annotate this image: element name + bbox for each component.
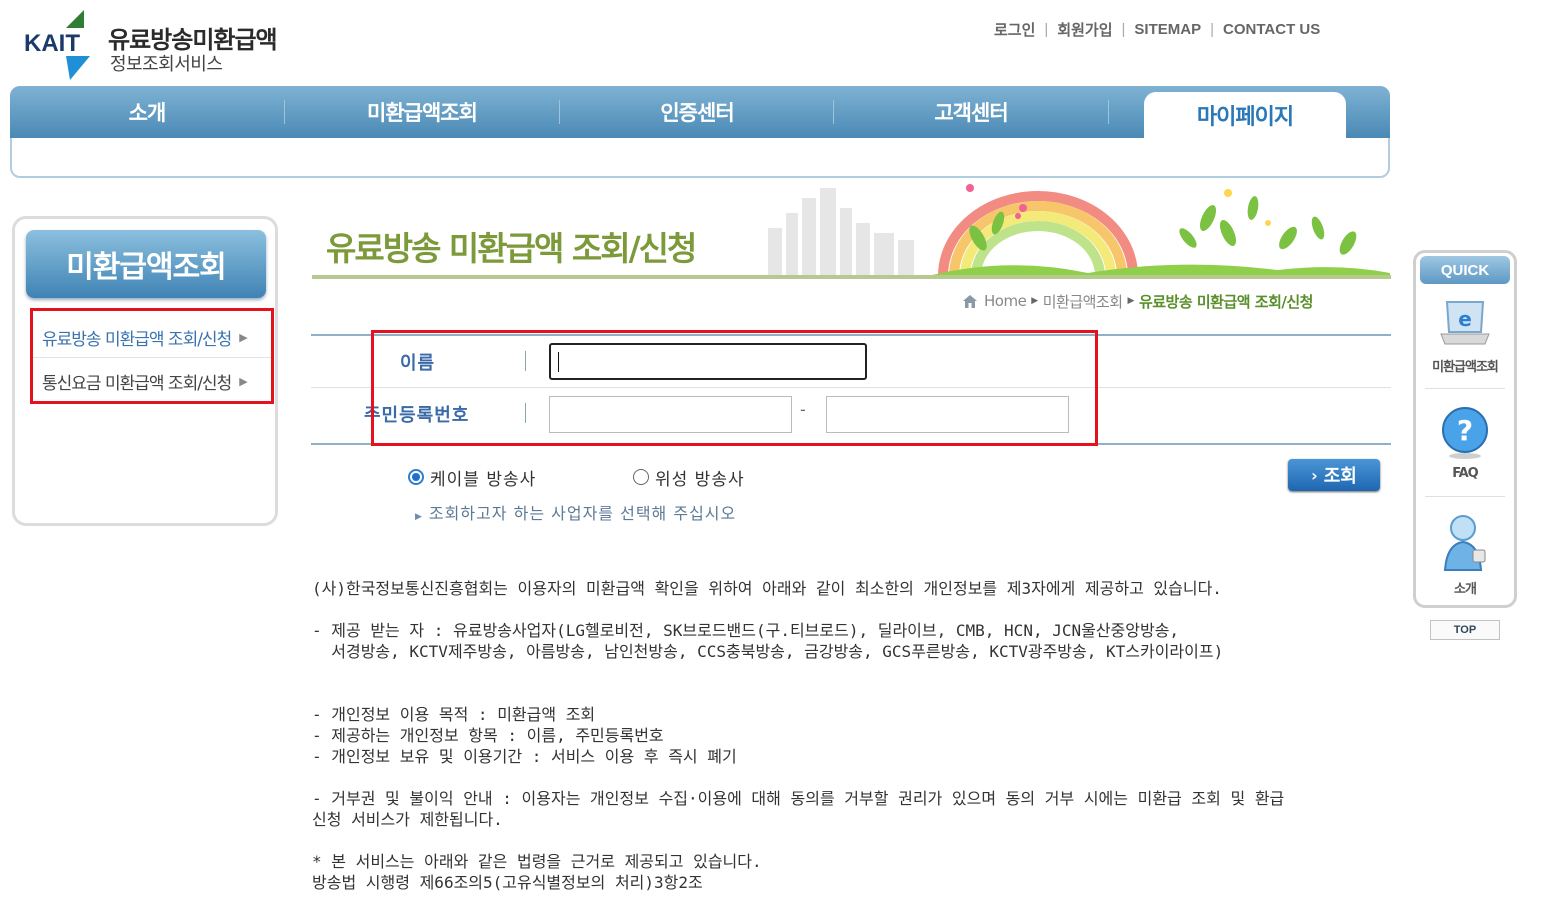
form-hint: ▶ 조회하고자 하는 사업자를 선택해 주십시오 [415, 500, 736, 524]
quick-item-lookup[interactable]: e 미환급액조회 [1420, 298, 1510, 375]
page-title: 유료방송 미환급액 조회/신청 [326, 229, 697, 268]
breadcrumb-level1[interactable]: 미환급액조회 [1043, 291, 1123, 312]
logo-subtitle: 정보조회서비스 [110, 54, 223, 75]
laptop-e-icon: e [1440, 301, 1490, 345]
utility-nav: 로그인 | 회원가입 | SITEMAP | CONTACT US [994, 18, 1320, 40]
contact-link[interactable]: CONTACT US [1223, 21, 1320, 38]
radio-cable[interactable]: 케이블 방송사 [408, 466, 537, 490]
notice-recipients-1: - 제공 받는 자 : 유료방송사업자(LG헬로비전, SK브로드밴드(구.티브… [312, 621, 1180, 640]
gnb-item-auth[interactable]: 인증센터 [560, 86, 834, 138]
gnb-item-support[interactable]: 고객센터 [834, 86, 1108, 138]
notice-law-1: * 본 서비스는 아래와 같은 법령을 근거로 제공되고 있습니다. [312, 852, 762, 871]
gnb-divider [1108, 100, 1109, 124]
sitemap-link[interactable]: SITEMAP [1134, 21, 1201, 38]
caret-right-icon: ▶ [1031, 296, 1038, 306]
title-banner-illustration [768, 184, 1390, 278]
main-nav: 소개 미환급액조회 인증센터 고객센터 마이페이지 [10, 86, 1390, 138]
caret-right-icon: ▶ [1127, 296, 1135, 306]
signup-link[interactable]: 회원가입 [1057, 19, 1112, 40]
notice-refusal-2: 신청 서비스가 제한됩니다. [312, 810, 503, 829]
scroll-top-button[interactable]: TOP [1430, 620, 1500, 640]
logo-mark-icon [66, 10, 84, 28]
home-icon [963, 294, 977, 308]
gnb-item-mypage[interactable]: 마이페이지 [1144, 92, 1346, 138]
highlight-box [371, 330, 1098, 446]
radio-unchecked-icon [633, 469, 649, 485]
site-logo[interactable]: KAIT 유료방송미환급액 정보조회서비스 [24, 8, 294, 80]
quick-menu-title: QUICK [1420, 256, 1510, 284]
gnb-item-about[interactable]: 소개 [10, 86, 284, 138]
person-icon [1443, 515, 1486, 571]
search-button[interactable]: › 조회 [1288, 459, 1380, 491]
faq-question-icon: ? [1442, 407, 1488, 459]
search-button-label: 조회 [1323, 466, 1357, 487]
breadcrumb: Home ▶ 미환급액조회 ▶ 유료방송 미환급액 조회/신청 [962, 290, 1313, 312]
title-underline [312, 275, 1391, 279]
breadcrumb-home[interactable]: Home [984, 292, 1027, 310]
util-separator: | [1210, 20, 1215, 38]
util-separator: | [1044, 20, 1049, 38]
logo-flag-icon [66, 56, 90, 80]
quick-item-label: 미환급액조회 [1432, 360, 1499, 375]
caret-right-icon: ▶ [415, 512, 423, 522]
radio-satellite[interactable]: 위성 방송사 [633, 466, 745, 490]
svg-text:e: e [1458, 307, 1472, 331]
chevron-right-icon: › [1311, 465, 1318, 485]
notice-purpose: - 개인정보 이용 목적 : 미환급액 조회 [312, 705, 596, 724]
quick-divider [1425, 496, 1505, 497]
notice-intro: (사)한국정보통신진흥협회는 이용자의 미환급액 확인을 위하여 아래와 같이 … [312, 579, 1222, 598]
radio-satellite-label: 위성 방송사 [655, 469, 745, 490]
svg-text:?: ? [1457, 414, 1473, 447]
quick-item-about[interactable]: 소개 [1420, 512, 1510, 597]
notice-law-2: 방송법 시행령 제66조의5(고유식별정보의 처리)3항2조 [312, 873, 703, 892]
quick-item-label: 소개 [1454, 582, 1477, 597]
side-menu-title: 미환급액조회 [26, 230, 266, 298]
notice-items: - 제공하는 개인정보 항목 : 이름, 주민등록번호 [312, 726, 664, 745]
quick-divider [1425, 388, 1505, 389]
quick-item-label: FAQ [1452, 466, 1478, 481]
form-hint-text: 조회하고자 하는 사업자를 선택해 주십시오 [428, 504, 737, 523]
notice-refusal-1: - 거부권 및 불이익 안내 : 이용자는 개인정보 수집·이용에 대해 동의를… [312, 789, 1285, 808]
radio-checked-icon [408, 469, 424, 485]
notice-recipients-2: 서경방송, KCTV제주방송, 아름방송, 남인천방송, CCS충북방송, 금강… [312, 642, 1224, 661]
radio-cable-label: 케이블 방송사 [430, 469, 537, 490]
login-link[interactable]: 로그인 [994, 19, 1035, 40]
quick-item-faq[interactable]: ? FAQ [1420, 404, 1510, 481]
breadcrumb-current: 유료방송 미환급액 조회/신청 [1138, 292, 1314, 311]
notice-retention: - 개인정보 보유 및 이용기간 : 서비스 이용 후 즉시 폐기 [312, 747, 737, 766]
util-separator: | [1121, 20, 1126, 38]
highlight-box [30, 308, 274, 404]
gnb-item-lookup[interactable]: 미환급액조회 [285, 86, 559, 138]
privacy-notice: (사)한국정보통신진흥협회는 이용자의 미환급액 확인을 위하여 아래와 같이 … [312, 578, 1462, 893]
